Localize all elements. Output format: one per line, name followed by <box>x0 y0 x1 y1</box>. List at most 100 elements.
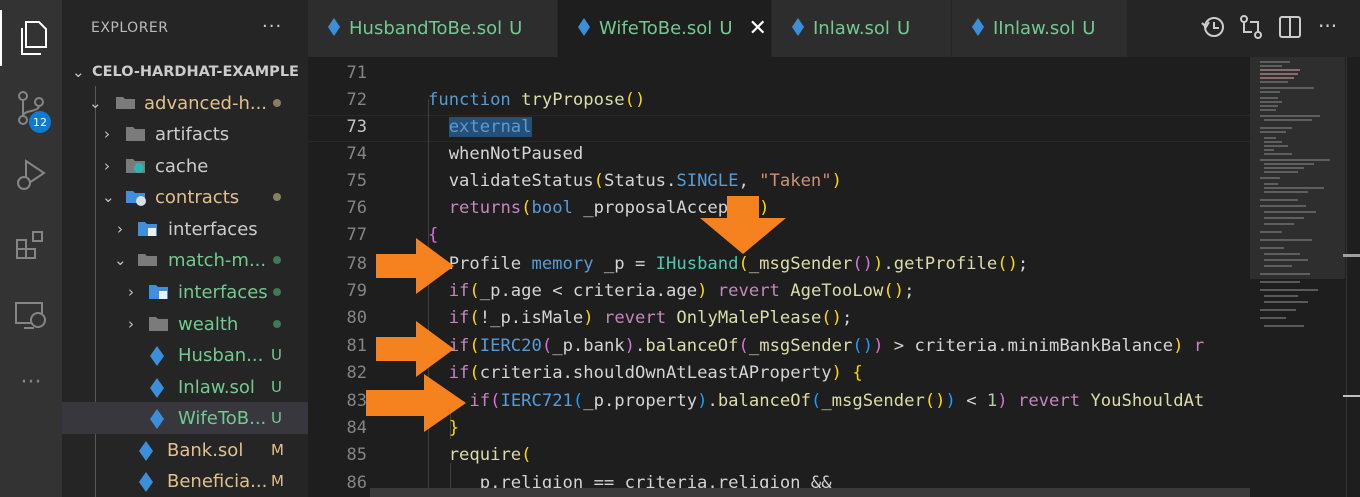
line-number: 73 <box>346 117 367 137</box>
tree-label: interfaces <box>178 281 268 303</box>
folder-icon <box>125 125 147 146</box>
compare-changes-icon[interactable] <box>1238 14 1266 42</box>
tree-folder-interfaces[interactable]: › interfaces <box>62 213 308 245</box>
tree-file-husband[interactable]: Husban... U <box>62 339 308 371</box>
interfaces-folder-icon <box>148 283 170 305</box>
cache-folder-icon <box>125 157 147 179</box>
untracked-dot <box>273 256 281 264</box>
solidity-file-icon <box>972 17 984 40</box>
extensions-icon[interactable] <box>0 217 62 273</box>
tab-husbandtobe[interactable]: HusbandToBe.sol U <box>308 0 558 57</box>
close-icon[interactable]: ✕ <box>749 16 767 41</box>
solidity-file-icon <box>139 441 153 465</box>
annotation-arrow-down <box>700 196 786 254</box>
code-text: whenNotPaused <box>428 144 584 164</box>
tree-folder-match[interactable]: ⌄ match-m... <box>62 244 308 276</box>
explorer-sidebar: EXPLORER ··· ⌄ CELO-HARDHAT-EXAMPLE ⌄ ad… <box>62 0 308 497</box>
line-number: 74 <box>346 144 367 164</box>
line-number: 76 <box>346 198 367 218</box>
folder-icon <box>148 315 170 336</box>
tree-folder-contracts[interactable]: ⌄ contracts <box>62 181 308 213</box>
more-actions-icon[interactable]: ··· <box>1318 14 1346 42</box>
code-text: validateStatus(Status.SINGLE, "Taken") <box>428 171 842 191</box>
tree-file-beneficiary[interactable]: Beneficia... M <box>62 465 308 497</box>
line-number: 83 <box>346 391 367 411</box>
chevron-right-icon: › <box>117 220 123 238</box>
tree-folder-wealth[interactable]: › wealth <box>62 308 308 340</box>
tab-wifetobe[interactable]: WifeToBe.sol U ✕ <box>558 0 772 57</box>
line-number: 85 <box>346 445 367 465</box>
code-text: if(_p.age < criteria.age) revert AgeTooL… <box>448 281 915 301</box>
tree-label: Husban... <box>178 344 264 366</box>
line-number: 80 <box>346 308 367 328</box>
split-editor-icon[interactable] <box>1277 14 1305 42</box>
tree-label: Bank.sol <box>167 439 244 461</box>
chevron-right-icon: › <box>128 315 134 333</box>
chevron-right-icon: › <box>128 283 134 301</box>
modified-dot <box>273 99 281 107</box>
solidity-file-icon <box>328 17 340 40</box>
horizontal-scrollbar[interactable] <box>370 488 1250 497</box>
tree-label: artifacts <box>155 123 230 145</box>
tree-file-wife[interactable]: WifeToB... U <box>62 402 308 434</box>
tab-label: IInlaw.sol <box>993 18 1076 39</box>
tab-status: U <box>1082 18 1096 39</box>
chevron-down-icon: ⌄ <box>114 251 127 269</box>
tree-root[interactable]: ⌄ CELO-HARDHAT-EXAMPLE <box>62 56 308 88</box>
vertical-scrollbar[interactable] <box>1346 57 1360 497</box>
minimap-slider[interactable] <box>1250 57 1345 279</box>
tab-inlaw[interactable]: Inlaw.sol U <box>772 0 952 57</box>
explorer-more-icon[interactable]: ··· <box>262 16 282 37</box>
tree-label: wealth <box>178 313 239 335</box>
timeline-icon[interactable] <box>1200 14 1228 42</box>
tab-label: HusbandToBe.sol <box>349 18 503 39</box>
overview-ruler-mark <box>1343 254 1360 257</box>
solidity-file-icon <box>139 472 153 496</box>
more-icon[interactable]: ··· <box>0 354 62 410</box>
tree-label: Inlaw.sol <box>178 376 255 398</box>
tree-file-bank[interactable]: Bank.sol M <box>62 434 308 466</box>
tree-label: advanced-h... <box>144 92 268 114</box>
chevron-down-icon: ⌄ <box>102 188 115 206</box>
line-number: 78 <box>346 254 367 274</box>
tree-label: match-m... <box>168 249 267 271</box>
modified-dot <box>273 193 281 201</box>
solidity-file-icon <box>150 409 164 433</box>
line-number: 86 <box>346 473 367 493</box>
annotation-arrow-right <box>376 321 454 377</box>
code-line: 75 validateStatus(Status.SINGLE, "Taken"… <box>308 168 1253 195</box>
code-line: 73 external <box>308 114 1253 141</box>
git-status: U <box>271 346 282 364</box>
tree-label: CELO-HARDHAT-EXAMPLE <box>92 64 299 80</box>
code-line: 85 require( <box>308 442 1253 469</box>
chevron-right-icon: › <box>104 157 110 175</box>
line-number: 84 <box>346 418 367 438</box>
git-status: U <box>271 378 282 396</box>
tree-label: cache <box>155 155 209 177</box>
line-number: 72 <box>346 90 367 110</box>
folder-open-icon <box>115 94 137 115</box>
tree-file-inlaw[interactable]: Inlaw.sol U <box>62 371 308 403</box>
tree-folder-advanced[interactable]: ⌄ advanced-h... <box>62 87 308 119</box>
tab-label: WifeToBe.sol <box>599 18 713 39</box>
line-number: 82 <box>346 363 367 383</box>
overview-ruler-mark <box>1343 395 1360 397</box>
tree-folder-artifacts[interactable]: › artifacts <box>62 118 308 150</box>
git-status: M <box>271 472 284 490</box>
tree-folder-cache[interactable]: › cache <box>62 150 308 182</box>
solidity-file-icon <box>792 17 804 40</box>
solidity-file-icon <box>578 17 590 40</box>
git-status: U <box>271 409 282 427</box>
chevron-down-icon: ⌄ <box>72 63 85 81</box>
code-line: 74 whenNotPaused <box>308 141 1253 168</box>
code-text: if(IERC20(_p.bank).balanceOf(_msgSender(… <box>448 336 1205 356</box>
tab-iinlaw[interactable]: IInlaw.sol U <box>952 0 1128 57</box>
tree-label: WifeToB... <box>178 407 267 429</box>
tree-label: Beneficia... <box>167 470 268 492</box>
line-number: 81 <box>346 336 367 356</box>
tree-folder-interfaces-2[interactable]: › interfaces <box>62 276 308 308</box>
remote-explorer-icon[interactable] <box>0 288 62 344</box>
untracked-dot <box>273 320 281 328</box>
run-debug-icon[interactable] <box>0 146 62 202</box>
explorer-icon[interactable] <box>0 10 62 66</box>
